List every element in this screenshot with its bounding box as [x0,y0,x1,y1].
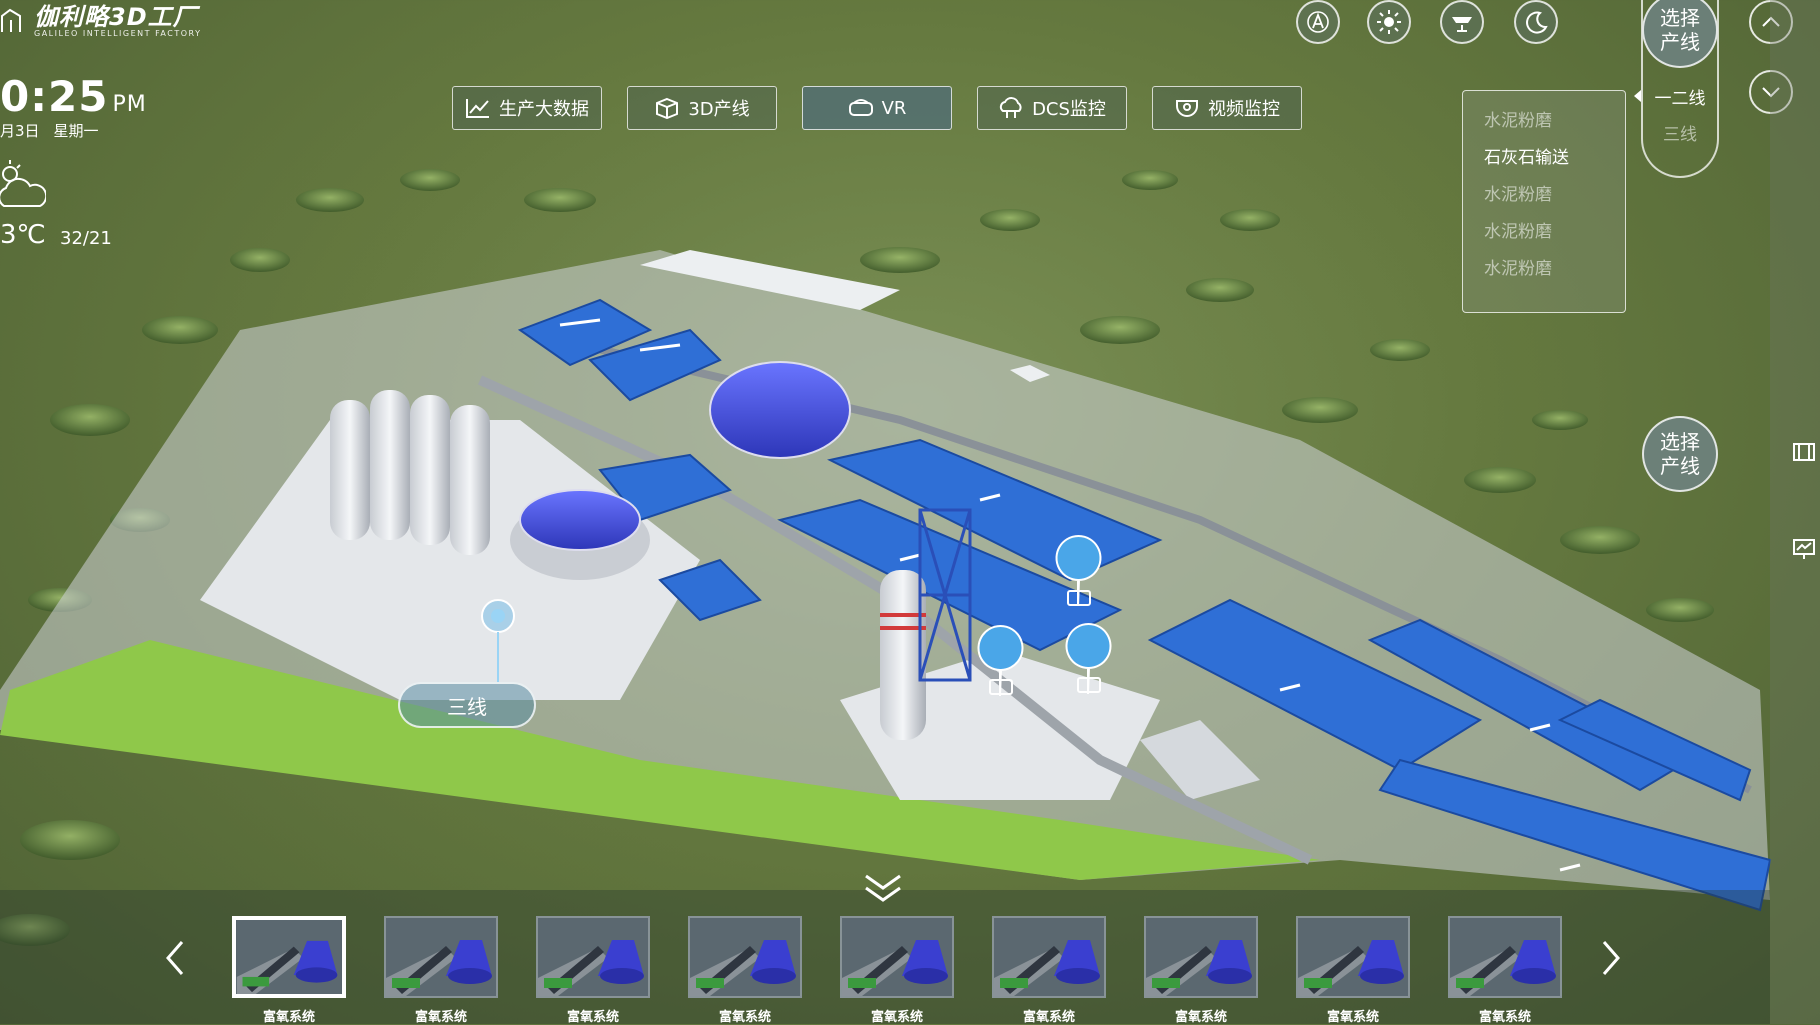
temperature-range: 32/21 [60,228,112,249]
line-option-3[interactable]: 三线 [1641,120,1719,145]
vr-headset-icon [848,99,873,116]
nav-video-monitor[interactable]: 视频监控 [1152,86,1302,130]
gallery-thumb[interactable] [840,916,954,998]
mode-night-button[interactable] [1514,0,1558,44]
gallery-thumb-label: 富氧系统 [566,1010,619,1025]
oxygen-system-thumbnail [1146,918,1256,996]
select-line-button-secondary[interactable]: 选择产线 [1642,416,1718,492]
cube-icon [656,97,679,119]
gallery-thumb[interactable] [536,916,650,998]
mode-day-button[interactable] [1367,0,1411,44]
gallery-next-button[interactable] [1600,940,1622,976]
dropdown-item-active[interactable]: 石灰石输送 [1463,140,1625,177]
oxygen-system-thumbnail [690,918,800,996]
map-label-line-3[interactable]: 三线 [398,682,536,728]
monitor-chart-icon[interactable] [1792,538,1816,560]
clock-date: 月3日 星期一 [0,120,99,141]
top-nav: 生产大数据 3D产线 VR DCS监控 视频监控 [452,86,1302,130]
brand-logo: 伽利略3D工厂 GALILEO INTELLIGENT FACTORY [0,0,201,42]
brand-subtitle: GALILEO INTELLIGENT FACTORY [34,28,202,38]
camera-icon [1176,100,1198,117]
gallery-thumb[interactable] [1448,916,1562,998]
partly-cloudy-icon [0,160,46,207]
cloud-monitor-icon [999,97,1022,118]
oxygen-system-thumbnail [1298,918,1408,996]
select-line-label: 选择产线 [1660,430,1700,478]
dropdown-item[interactable]: 水泥粉磨 [1463,177,1625,214]
gallery-thumb[interactable] [688,916,802,998]
film-icon[interactable] [1792,442,1816,462]
weekday-value: 星期一 [53,122,99,140]
dropdown-item[interactable]: 水泥粉磨 [1463,251,1625,288]
oxygen-system-thumbnail [538,918,648,996]
gallery-thumb-label: 富氧系统 [1022,1010,1075,1025]
moon-icon [1526,11,1548,34]
mode-auto-button[interactable] [1296,0,1340,44]
oxygen-system-thumbnail [1450,918,1560,996]
oxygen-system-thumbnail [842,918,952,996]
nav-label: 3D产线 [688,99,750,120]
clock-time-value: 0:25 [0,72,109,121]
dropdown-caret [1634,90,1641,102]
mode-lamp-button[interactable] [1440,0,1484,44]
gallery-thumb-label: 富氧系统 [870,1010,923,1025]
oxygen-system-thumbnail [236,920,342,994]
nav-vr[interactable]: VR [802,86,952,130]
gallery-thumb-label: 富氧系统 [1326,1010,1379,1025]
nav-label: 视频监控 [1208,99,1280,120]
nav-dcs-monitor[interactable]: DCS监控 [977,86,1127,130]
date-value: 月3日 [0,122,40,140]
select-line-label: 选择产线 [1660,6,1700,54]
dropdown-item[interactable]: 水泥粉磨 [1463,214,1625,251]
gallery-prev-button[interactable] [164,940,186,976]
clock-time: 0:25 PM [0,72,147,121]
gallery-thumb[interactable] [232,916,346,998]
oxygen-system-thumbnail [994,918,1104,996]
line-option-1-2[interactable]: 一二线 [1641,84,1719,109]
factory-logo-icon [1,8,21,32]
nav-label: DCS监控 [1032,99,1106,120]
brand-title: 伽利略3D工厂 [34,2,198,31]
gallery-thumb-label: 富氧系统 [718,1010,771,1025]
gallery-thumb[interactable] [384,916,498,998]
gallery-thumb[interactable] [992,916,1106,998]
auto-icon [1307,11,1329,33]
chart-icon [466,99,489,118]
process-dropdown: 水泥粉磨 石灰石输送 水泥粉磨 水泥粉磨 水泥粉磨 [1462,90,1626,313]
gallery-thumb[interactable] [1144,916,1258,998]
right-side-panel [1770,0,1820,1024]
gallery-thumb-label: 富氧系统 [1478,1010,1531,1025]
nav-3d-line[interactable]: 3D产线 [627,86,777,130]
sun-icon [1377,10,1401,34]
temperature: 3℃ [0,220,46,250]
gallery-thumb-label: 富氧系统 [1174,1010,1227,1025]
nav-label: 生产大数据 [499,99,589,120]
lamp-icon [1452,17,1472,32]
oxygen-system-thumbnail [386,918,496,996]
gallery-thumb[interactable] [1296,916,1410,998]
clock-ampm: PM [112,92,147,117]
nav-label: VR [881,97,907,119]
nav-production-data[interactable]: 生产大数据 [452,86,602,130]
double-chevron-down-icon[interactable] [862,872,904,906]
gallery-thumb-label: 富氧系统 [262,1010,315,1025]
gallery-thumb-label: 富氧系统 [414,1010,467,1025]
dropdown-item[interactable]: 水泥粉磨 [1463,103,1625,140]
